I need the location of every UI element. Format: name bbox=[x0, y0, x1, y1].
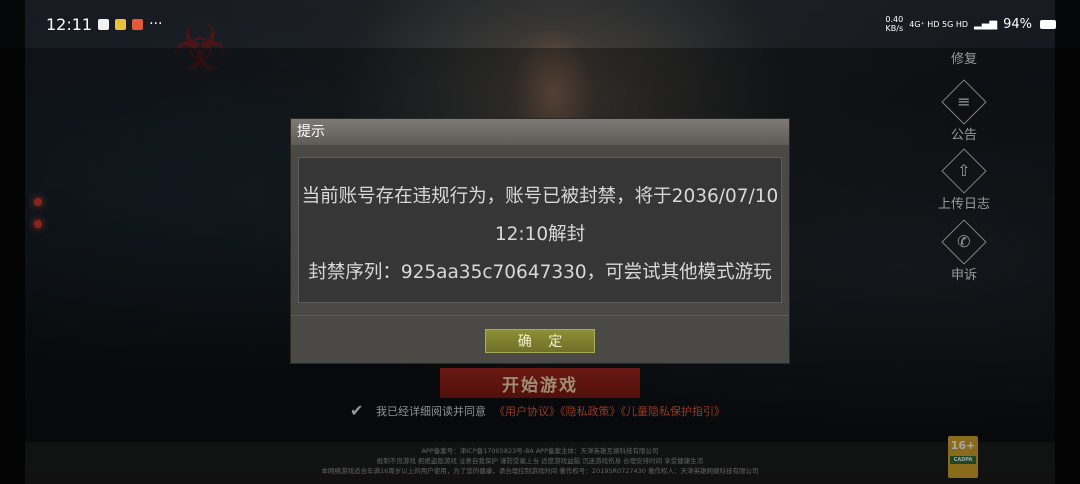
notification-icon bbox=[132, 18, 144, 30]
net-speed-unit: KB/s bbox=[885, 24, 904, 33]
confirm-button[interactable]: 确 定 bbox=[485, 329, 595, 353]
dialog-message-line: 当前账号存在违规行为，账号已被封禁，将于2036/07/10 bbox=[301, 186, 779, 207]
battery-percent: 94% bbox=[1003, 16, 1032, 32]
status-time: 12:11 bbox=[46, 14, 93, 34]
network-type: 4G⁺ HD 5G HD bbox=[909, 19, 969, 29]
net-speed: 0.40 KB/s bbox=[885, 15, 903, 33]
signal-icon: ▂▄▆ bbox=[974, 18, 998, 30]
dialog-divider bbox=[291, 315, 789, 316]
battery-icon bbox=[1040, 19, 1056, 29]
dialog-message-box: 当前账号存在违规行为，账号已被封禁，将于2036/07/10 12:10解封 封… bbox=[298, 157, 782, 303]
notification-icon bbox=[115, 18, 127, 30]
net-speed-value: 0.40 bbox=[885, 15, 904, 24]
ban-notice-dialog: 提示 当前账号存在违规行为，账号已被封禁，将于2036/07/10 12:10解… bbox=[291, 119, 789, 363]
status-bar: 12:11 ··· 0.40 KB/s 4G⁺ HD 5G HD ▂▄▆ 94% bbox=[0, 0, 1080, 48]
dialog-message-line: 12:10解封 bbox=[494, 224, 586, 245]
more-dots-icon: ··· bbox=[149, 16, 163, 32]
notification-icon bbox=[98, 18, 110, 30]
dialog-title: 提示 bbox=[291, 119, 789, 145]
dialog-message-line: 封禁序列：925aa35c70647330，可尝试其他模式游玩 bbox=[308, 262, 772, 283]
